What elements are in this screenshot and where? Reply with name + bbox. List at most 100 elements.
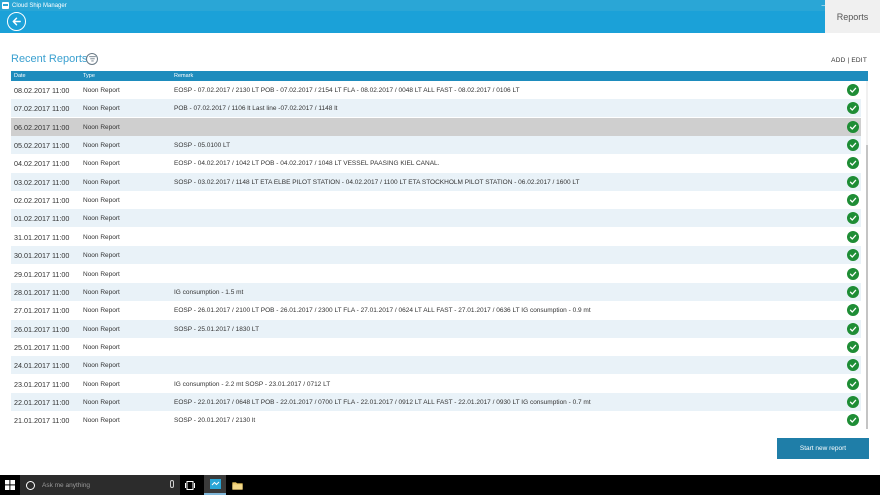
check-circle-icon	[847, 249, 859, 262]
table-row[interactable]: 22.01.2017 11:00 Noon Report EOSP - 22.01.…	[11, 392, 861, 411]
reports-table: 08.02.2017 11:00 Noon Report EOSP - 07.02.…	[11, 81, 868, 429]
check-circle-icon	[847, 340, 859, 353]
row-type: Noon Report	[83, 343, 120, 351]
table-row[interactable]: 28.01.2017 11:00 Noon Report IG consumptio…	[11, 282, 861, 301]
row-date: 01.02.2017 11:00	[14, 214, 70, 224]
table-row[interactable]: 04.02.2017 11:00 Noon Report EOSP - 04.02.…	[11, 154, 861, 172]
column-header-remark[interactable]: Remark	[174, 73, 193, 79]
table-row[interactable]: 05.02.2017 11:00 Noon Report SOSP - 05.010…	[11, 136, 861, 155]
row-remark: SOSP - 05.0100 LT	[174, 142, 231, 150]
app-header	[0, 11, 880, 33]
window-title: Cloud Ship Manager	[12, 2, 67, 9]
microphone-icon[interactable]	[170, 480, 174, 488]
row-type: Noon Report	[83, 270, 120, 278]
table-row[interactable]: 27.01.2017 11:00 Noon Report EOSP - 26.01.…	[11, 301, 861, 319]
row-date: 03.02.2017 11:00	[14, 177, 70, 187]
table-row[interactable]: 24.01.2017 11:00 Noon Report	[11, 356, 861, 375]
column-header-type[interactable]: Type	[83, 73, 95, 79]
check-circle-icon	[847, 139, 859, 152]
back-button[interactable]	[7, 12, 26, 31]
row-date: 02.02.2017 11:00	[14, 196, 70, 206]
cortana-icon	[26, 480, 35, 490]
check-circle-icon	[847, 322, 859, 335]
filter-icon[interactable]	[86, 53, 98, 65]
table-row[interactable]: 29.01.2017 11:00 Noon Report	[11, 265, 861, 283]
row-type: Noon Report	[83, 105, 120, 113]
table-row[interactable]: 31.01.2017 11:00 Noon Report	[11, 228, 861, 246]
table-row[interactable]: 23.01.2017 11:00 Noon Report IG consumptio…	[11, 375, 861, 393]
table-row[interactable]: 01.02.2017 11:00 Noon Report	[11, 209, 861, 228]
taskbar: Ask me anything	[0, 475, 880, 495]
row-type: Noon Report	[83, 307, 120, 315]
tab-reports[interactable]: Reports	[825, 0, 880, 33]
row-date: 22.01.2017 11:00	[14, 397, 70, 407]
page-title: Recent Reports	[11, 53, 88, 65]
row-remark: EOSP - 22.01.2017 / 0648 LT POB - 22.01.…	[174, 398, 591, 406]
app-logo-icon	[2, 2, 9, 9]
check-circle-icon	[847, 414, 859, 427]
search-placeholder: Ask me anything	[42, 481, 91, 489]
task-view-icon[interactable]	[184, 479, 196, 491]
column-header-date[interactable]: Date	[14, 73, 26, 79]
table-row[interactable]: 06.02.2017 11:00 Noon Report	[11, 117, 861, 136]
row-date: 29.01.2017 11:00	[14, 269, 70, 279]
row-type: Noon Report	[83, 288, 120, 296]
taskbar-search-box[interactable]: Ask me anything	[20, 475, 180, 495]
check-circle-icon	[847, 395, 859, 408]
row-type: Noon Report	[83, 160, 120, 168]
row-remark: IG consumption - 2.2 mt SOSP - 23.01.201…	[174, 380, 331, 388]
row-date: 06.02.2017 11:00	[14, 122, 70, 132]
table-row[interactable]: 30.01.2017 11:00 Noon Report	[11, 246, 861, 265]
row-type: Noon Report	[83, 142, 120, 150]
row-type: Noon Report	[83, 362, 120, 370]
row-type: Noon Report	[83, 87, 120, 94]
row-remark: SOSP - 25.01.2017 / 1830 LT	[174, 325, 260, 333]
check-circle-icon	[847, 377, 859, 390]
check-circle-icon	[847, 84, 859, 96]
row-date: 04.02.2017 11:00	[14, 159, 70, 169]
table-row[interactable]: 26.01.2017 11:00 Noon Report SOSP - 25.01.…	[11, 319, 861, 338]
table-row[interactable]: 08.02.2017 11:00 Noon Report EOSP - 07.02.…	[11, 81, 861, 99]
start-new-report-button[interactable]: Start new report	[777, 438, 869, 459]
row-remark: EOSP - 07.02.2017 / 2130 LT POB - 07.02.…	[174, 87, 520, 94]
row-type: Noon Report	[83, 215, 120, 223]
table-row[interactable]: 02.02.2017 11:00 Noon Report	[11, 191, 861, 209]
file-explorer-icon[interactable]	[226, 475, 248, 495]
row-date: 25.01.2017 11:00	[14, 342, 70, 352]
table-row[interactable]: 07.02.2017 11:00 Noon Report POB - 07.02.2…	[11, 99, 861, 118]
cloud-ship-manager-app-icon[interactable]	[204, 475, 226, 495]
check-circle-icon	[847, 285, 859, 298]
check-circle-icon	[847, 194, 859, 207]
check-circle-icon	[847, 359, 859, 372]
check-circle-icon	[847, 230, 859, 243]
row-date: 05.02.2017 11:00	[14, 141, 70, 151]
row-date: 31.01.2017 11:00	[14, 232, 70, 242]
row-date: 27.01.2017 11:00	[14, 306, 70, 316]
row-date: 23.01.2017 11:00	[14, 379, 70, 389]
row-date: 28.01.2017 11:00	[14, 287, 70, 297]
check-circle-icon	[847, 175, 859, 188]
row-remark: SOSP - 03.02.2017 / 1148 LT ETA ELBE PIL…	[174, 178, 580, 186]
row-type: Noon Report	[83, 398, 120, 406]
row-date: 26.01.2017 11:00	[14, 324, 70, 334]
row-remark: POB - 07.02.2017 / 1106 lt Last line -07…	[174, 105, 338, 113]
table-row[interactable]: 03.02.2017 11:00 Noon Report SOSP - 03.02.…	[11, 172, 861, 191]
row-type: Noon Report	[83, 178, 120, 186]
check-circle-icon	[847, 212, 859, 225]
check-circle-icon	[847, 304, 859, 317]
window-titlebar: Cloud Ship Manager — ▫ ✕	[0, 0, 880, 11]
check-circle-icon	[847, 102, 859, 115]
table-scroll-thumb[interactable]	[866, 145, 868, 429]
row-date: 08.02.2017 11:00	[14, 86, 70, 95]
row-remark: IG consumption - 1.5 mt	[174, 288, 244, 296]
row-type: Noon Report	[83, 197, 120, 205]
windows-start-icon[interactable]	[0, 475, 20, 495]
table-row[interactable]: 25.01.2017 11:00 Noon Report	[11, 338, 861, 356]
table-header: Date Type Remark	[11, 71, 868, 81]
row-date: 30.01.2017 11:00	[14, 251, 70, 261]
table-row[interactable]: 21.01.2017 11:00 Noon Report SOSP - 20.01.…	[11, 411, 861, 429]
add-edit-link[interactable]: ADD | EDIT	[831, 57, 867, 64]
row-remark: EOSP - 04.02.2017 / 1042 LT POB - 04.02.…	[174, 160, 440, 168]
row-type: Noon Report	[83, 233, 120, 241]
row-date: 07.02.2017 11:00	[14, 104, 70, 114]
